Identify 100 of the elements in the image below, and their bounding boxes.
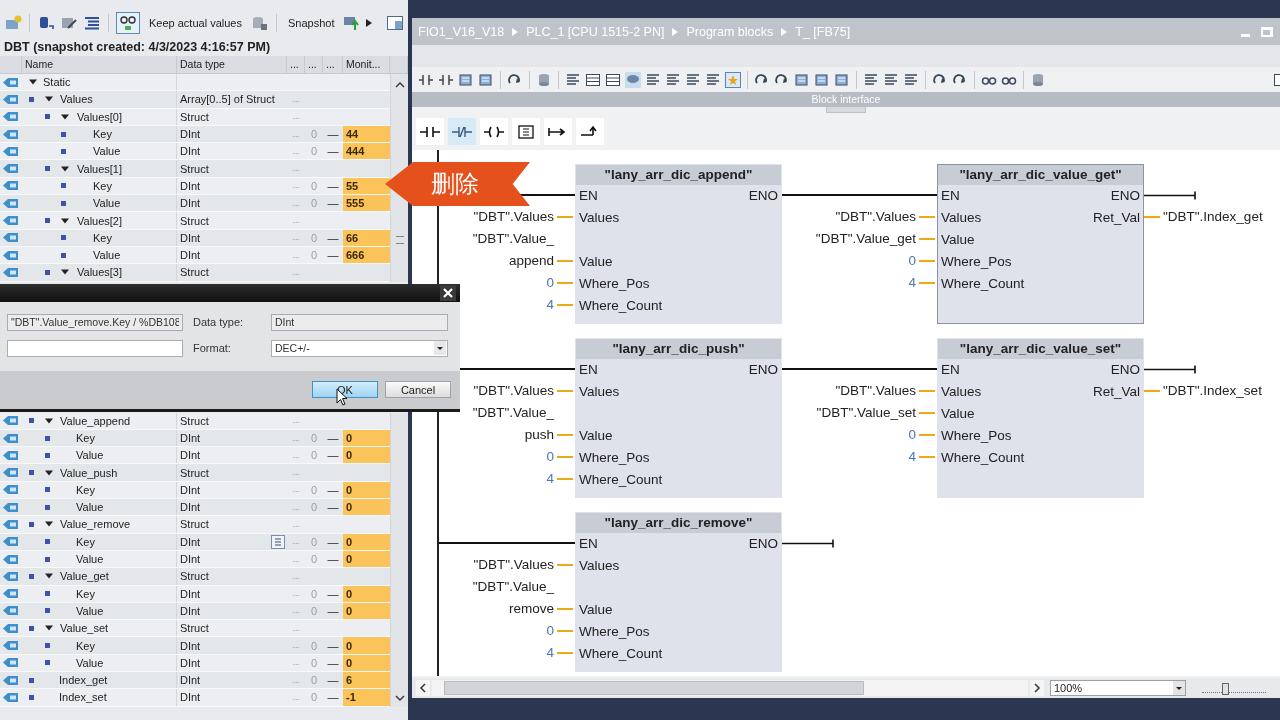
details-button[interactable]: ... bbox=[292, 468, 300, 478]
details-button[interactable]: ... bbox=[292, 450, 300, 460]
scroll-up-icon[interactable] bbox=[394, 82, 405, 88]
glasses-icon[interactable] bbox=[116, 12, 140, 34]
cancel-button[interactable]: Cancel bbox=[385, 381, 451, 399]
details-button[interactable]: ... bbox=[292, 571, 300, 581]
text-field[interactable] bbox=[7, 339, 183, 357]
column-header[interactable]: ... bbox=[305, 56, 323, 73]
details-button[interactable]: ... bbox=[292, 502, 300, 512]
list-icon[interactable] bbox=[83, 15, 101, 31]
pencil-icon[interactable] bbox=[60, 15, 78, 31]
scroll-left-icon[interactable] bbox=[416, 680, 430, 696]
tag-operand[interactable]: "DBT".Value_ append bbox=[472, 228, 554, 272]
function-block[interactable]: "lany_arr_dic_value_set" EN ENO Values Ret_Val Value Where_Pos Where_Count bbox=[937, 338, 1144, 498]
column-header[interactable]: Monit... bbox=[343, 56, 390, 73]
details-button[interactable]: ... bbox=[292, 433, 300, 443]
scroll-right-icon[interactable] bbox=[1030, 680, 1044, 696]
list-icon[interactable] bbox=[665, 71, 681, 88]
details-button[interactable]: ... bbox=[292, 623, 300, 633]
constant-value[interactable]: 4 bbox=[908, 446, 916, 468]
details-button[interactable]: ... bbox=[292, 520, 300, 529]
details-button[interactable]: ... bbox=[292, 692, 300, 702]
collapse-icon[interactable] bbox=[61, 112, 69, 121]
window-icon[interactable] bbox=[605, 71, 621, 88]
constant-value[interactable]: 0 bbox=[546, 446, 554, 468]
details-button[interactable]: ... bbox=[292, 485, 300, 495]
database-icon[interactable] bbox=[37, 15, 55, 31]
collapse-icon[interactable] bbox=[61, 164, 69, 173]
list-icon[interactable] bbox=[863, 71, 879, 88]
list-icon[interactable] bbox=[705, 71, 721, 88]
list-icon[interactable] bbox=[271, 534, 285, 549]
star-icon[interactable] bbox=[725, 71, 741, 88]
branch-icon[interactable] bbox=[576, 118, 604, 145]
block-icon[interactable] bbox=[458, 71, 474, 88]
details-button[interactable]: ... bbox=[292, 267, 300, 277]
tag-operand[interactable]: "DBT".Value_ remove bbox=[472, 576, 554, 620]
constant-value[interactable]: 4 bbox=[546, 468, 554, 490]
list-icon[interactable] bbox=[685, 71, 701, 88]
column-header[interactable]: Name bbox=[22, 56, 177, 73]
column-header[interactable]: Data type bbox=[177, 56, 287, 73]
data-type-field[interactable]: DInt bbox=[271, 313, 448, 331]
details-button[interactable]: ... bbox=[292, 606, 300, 616]
collapse-icon[interactable] bbox=[45, 416, 53, 425]
tag-operand[interactable]: "DBT".Values bbox=[835, 380, 916, 402]
details-button[interactable]: ... bbox=[292, 250, 300, 260]
collapse-icon[interactable] bbox=[29, 78, 37, 87]
function-block[interactable]: "lany_arr_dic_value_get" EN ENO Values Ret_Val Value Where_Pos Where_Count bbox=[937, 164, 1144, 324]
collapse-icon[interactable] bbox=[45, 468, 53, 477]
snapshot-button[interactable]: Snapshot bbox=[283, 17, 339, 29]
window-icon[interactable] bbox=[585, 71, 601, 88]
constant-value[interactable]: 4 bbox=[546, 294, 554, 316]
box-icon[interactable] bbox=[512, 118, 540, 145]
details-button[interactable]: ... bbox=[292, 94, 300, 104]
zoom-slider[interactable] bbox=[1202, 681, 1266, 695]
details-button[interactable]: ... bbox=[292, 216, 300, 225]
tag-operand[interactable]: "DBT".Value_get bbox=[815, 228, 916, 250]
database-icon[interactable] bbox=[1030, 71, 1046, 88]
column-header[interactable]: ... bbox=[287, 56, 305, 73]
column-header[interactable]: ... bbox=[323, 56, 343, 73]
caret-icon[interactable] bbox=[366, 19, 373, 27]
details-button[interactable]: ... bbox=[292, 416, 300, 426]
scrollbar[interactable] bbox=[390, 412, 408, 707]
collapse-icon[interactable] bbox=[45, 95, 53, 104]
constant-value[interactable]: 0 bbox=[546, 272, 554, 294]
constant-value[interactable]: 0 bbox=[908, 250, 916, 272]
close-icon[interactable] bbox=[440, 284, 456, 301]
window-icon[interactable] bbox=[1274, 71, 1280, 88]
collapse-icon[interactable] bbox=[61, 268, 69, 277]
format-dropdown[interactable]: DEC+/- bbox=[271, 339, 448, 357]
coil-icon[interactable] bbox=[480, 118, 508, 145]
tag-operand[interactable]: "DBT".Value_set bbox=[816, 402, 916, 424]
window-icon[interactable] bbox=[386, 15, 404, 31]
list-icon[interactable] bbox=[903, 71, 919, 88]
collapse-icon[interactable] bbox=[45, 572, 53, 581]
constant-value[interactable]: 4 bbox=[908, 272, 916, 294]
constant-value[interactable]: 0 bbox=[908, 424, 916, 446]
list-icon[interactable] bbox=[883, 71, 899, 88]
details-button[interactable]: ... bbox=[292, 164, 300, 174]
database-icon[interactable] bbox=[250, 15, 269, 31]
details-button[interactable]: ... bbox=[292, 675, 300, 685]
branch-icon[interactable] bbox=[544, 118, 572, 145]
details-button[interactable]: ... bbox=[292, 146, 300, 156]
collapse-icon[interactable] bbox=[61, 216, 69, 225]
tag-operand[interactable]: "DBT".Values bbox=[473, 206, 554, 228]
collapse-icon[interactable] bbox=[45, 520, 53, 529]
tag-operand[interactable]: "DBT".Index_set bbox=[1163, 380, 1262, 402]
grip-icon[interactable] bbox=[395, 236, 404, 244]
tag-operand[interactable]: "DBT".Index_get bbox=[1163, 206, 1263, 228]
scrollbar[interactable] bbox=[432, 680, 1028, 696]
details-button[interactable]: ... bbox=[292, 554, 300, 564]
block-icon[interactable] bbox=[834, 71, 850, 88]
scrollbar[interactable] bbox=[390, 74, 408, 282]
tag-operand[interactable]: "DBT".Values bbox=[473, 554, 554, 576]
zoom-dropdown[interactable]: 100% bbox=[1050, 680, 1186, 696]
splitter-handle[interactable] bbox=[826, 107, 866, 113]
constant-value[interactable]: 0 bbox=[546, 620, 554, 642]
function-block[interactable]: "lany_arr_dic_remove" EN ENO Values Value Where_Pos Where_Count bbox=[575, 512, 782, 672]
details-button[interactable]: ... bbox=[292, 129, 300, 139]
list-icon[interactable] bbox=[645, 71, 661, 88]
constant-value[interactable]: 4 bbox=[546, 642, 554, 664]
